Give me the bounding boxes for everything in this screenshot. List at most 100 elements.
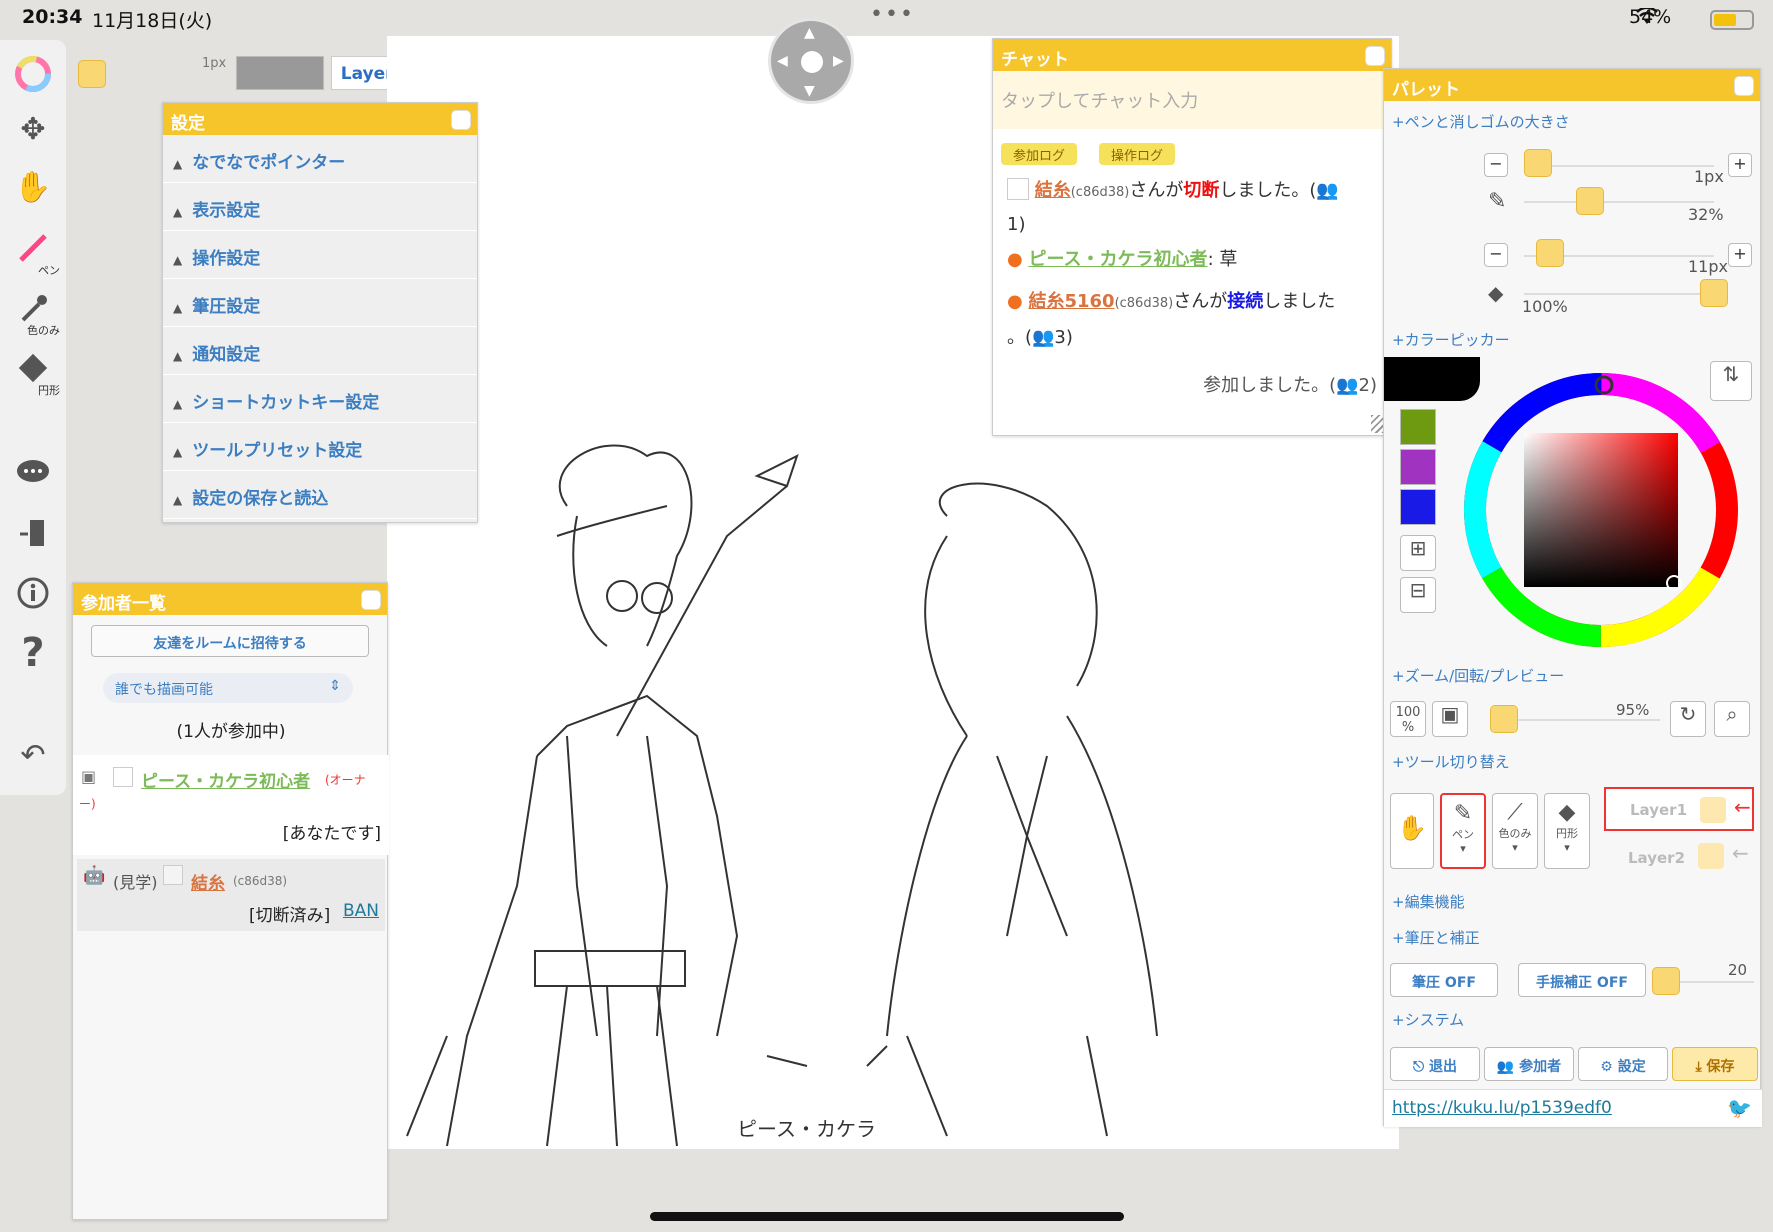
swatch-purple[interactable]	[1400, 449, 1436, 485]
home-indicator[interactable]	[650, 1212, 1124, 1221]
move-icon[interactable]: ✥	[0, 112, 66, 147]
edit-section[interactable]: +編集機能	[1392, 891, 1465, 912]
chat-input[interactable]: タップしてチャット入力	[993, 71, 1391, 129]
palette-title: パレット	[1392, 80, 1460, 100]
chat-message-2: ● ピース・カケラ初心者: 草	[1007, 249, 1238, 270]
download-icon: ⤓	[1695, 1059, 1707, 1075]
operation-log-tab[interactable]: 操作ログ	[1099, 143, 1176, 165]
layer2-row[interactable]: Layer2 ←	[1604, 837, 1754, 877]
add-swatch-icon[interactable]: ⊞	[1400, 535, 1436, 571]
settings-item-shortcut[interactable]: ▲ ショートカットキー設定	[163, 375, 477, 423]
participant-count: (1人が参加中)	[176, 722, 286, 742]
disconnected-label: [切断済み]	[249, 906, 331, 926]
pen-size-section[interactable]: +ペンと消しゴムの大きさ	[1392, 111, 1570, 132]
system-section[interactable]: +システム	[1392, 1009, 1464, 1030]
zoom-100-button[interactable]: 100 %	[1390, 701, 1426, 737]
invite-friends-button[interactable]: 友達をルームに招待する	[91, 625, 369, 657]
save-button[interactable]: ⤓ 保存	[1672, 1047, 1758, 1081]
settings-item-pointer[interactable]: ▲ なでなでポインター	[163, 135, 477, 183]
draw-permission-select[interactable]: 誰でも描画可能 ⇕	[103, 673, 353, 703]
settings-item-save-load[interactable]: ▲ 設定の保存と読込	[163, 471, 477, 519]
participant-row-1: ▣ ピース・カケラ初心者 (オーナ ー) [あなたです]	[73, 755, 389, 855]
colorpicker-section[interactable]: +カラーピッカー	[1392, 329, 1510, 350]
eraser-opacity-slider[interactable]	[1700, 279, 1728, 307]
eraser-tool-button[interactable]: ◆ 円形 ▾	[1544, 793, 1590, 869]
members-button[interactable]: 👥 参加者	[1484, 1047, 1574, 1081]
chat-user-link[interactable]: 結糸	[1035, 180, 1071, 201]
settings-item-operation[interactable]: ▲ 操作設定	[163, 231, 477, 279]
color-wheel-icon[interactable]	[0, 56, 66, 100]
participant-2-checkbox[interactable]	[163, 865, 183, 885]
fit-screen-icon[interactable]: ▣	[1432, 701, 1468, 737]
eraser-minus-button[interactable]: −	[1484, 243, 1508, 267]
participants-close-checkbox[interactable]	[361, 590, 381, 610]
participant-1-name[interactable]: ピース・カケラ初心者	[141, 767, 310, 792]
color-wheel[interactable]	[1456, 365, 1746, 655]
pressure-off-button[interactable]: 筆圧 OFF	[1390, 963, 1498, 997]
palette-close-checkbox[interactable]	[1734, 76, 1754, 96]
pen-tool[interactable]: ペン	[0, 230, 66, 277]
rotate-icon[interactable]: ↻	[1670, 701, 1706, 737]
settings-close-checkbox[interactable]	[451, 110, 471, 130]
eyedropper-tool[interactable]: 色のみ	[0, 290, 66, 337]
help-icon[interactable]: ?	[0, 630, 66, 676]
zoom-section[interactable]: +ズーム/回転/プレビュー	[1392, 665, 1564, 686]
swatch-blue[interactable]	[1400, 489, 1436, 525]
palette-panel: パレット +ペンと消しゴムの大きさ − + 1px ✎ 32% − + 11px…	[1383, 68, 1762, 1127]
settings-item-preset[interactable]: ▲ ツールプリセット設定	[163, 423, 477, 471]
multitask-dots[interactable]: •••	[870, 2, 915, 27]
chat-message-4: 参加しました。(👥2)	[1203, 375, 1377, 396]
eraser-opacity-value: 100%	[1522, 297, 1568, 316]
you-label: [あなたです]	[282, 824, 381, 844]
layer2-visibility[interactable]	[1698, 843, 1724, 869]
settings-item-display[interactable]: ▲ 表示設定	[163, 183, 477, 231]
eraser-plus-button[interactable]: +	[1728, 243, 1752, 267]
undo-icon[interactable]: ↶	[0, 738, 66, 773]
magnifier-icon[interactable]: ⌕	[1714, 701, 1750, 737]
clock: 20:34	[22, 6, 83, 28]
layer1-row[interactable]: Layer1 ←	[1604, 787, 1754, 831]
stabilizer-off-button[interactable]: 手振補正 OFF	[1518, 963, 1646, 997]
eraser-tool[interactable]: 円形	[0, 350, 66, 397]
settings-item-notification[interactable]: ▲ 通知設定	[163, 327, 477, 375]
ban-link[interactable]: BAN	[343, 901, 379, 921]
eyedropper-tool-button[interactable]: ⟋ 色のみ ▾	[1492, 793, 1538, 869]
pen-size-slider[interactable]	[1524, 149, 1552, 177]
hand-tool-button[interactable]: ✋	[1390, 793, 1434, 869]
plus-button[interactable]: +	[1728, 153, 1752, 177]
minus-button[interactable]: −	[1484, 153, 1508, 177]
pen-label: ペン	[38, 264, 60, 277]
chat-close-checkbox[interactable]	[1365, 46, 1385, 66]
eyedropper-icon: ⟋	[1507, 800, 1523, 825]
pen-size-value: 1px	[1694, 167, 1724, 186]
join-log-tab[interactable]: 参加ログ	[1001, 143, 1078, 165]
pressure-section[interactable]: +筆圧と補正	[1392, 927, 1480, 948]
eraser-size-slider[interactable]	[1536, 239, 1564, 267]
twitter-bird-icon[interactable]: 🐦	[1727, 1096, 1752, 1120]
chat-panel: チャット タップしてチャット入力 参加ログ 操作ログ 結糸(c86d38)さんが…	[992, 38, 1392, 436]
swatch-green[interactable]	[1400, 409, 1436, 445]
chat-bubble-icon[interactable]	[0, 458, 66, 496]
participant-2-name[interactable]: 結糸	[191, 869, 225, 894]
stabilizer-slider[interactable]	[1652, 967, 1680, 995]
brush-size-knob[interactable]	[78, 60, 106, 88]
tool-switch-section[interactable]: +ツール切り替え	[1392, 751, 1510, 772]
zoom-slider[interactable]	[1490, 705, 1518, 733]
layer1-visibility[interactable]	[1700, 797, 1726, 823]
room-url-link[interactable]: https://kuku.lu/p1539edf0	[1392, 1098, 1612, 1118]
settings-item-pressure[interactable]: ▲ 筆圧設定	[163, 279, 477, 327]
hand-icon[interactable]: ✋	[0, 170, 66, 205]
share-row: https://kuku.lu/p1539edf0 🐦	[1384, 1089, 1762, 1127]
message-checkbox[interactable]	[1007, 178, 1029, 200]
settings-button[interactable]: ⚙ 設定	[1578, 1047, 1668, 1081]
pan-joystick[interactable]: ▲ ▼ ◀ ▶	[768, 18, 854, 104]
swap-swatch-icon[interactable]: ⊟	[1400, 577, 1436, 613]
settings-header: 設定	[163, 103, 477, 135]
exit-button[interactable]: ⎋ 退出	[1390, 1047, 1480, 1081]
watch-label: (見学)	[113, 873, 158, 892]
pen-tool-button[interactable]: ✎ ペン ▾	[1440, 793, 1486, 869]
pen-opacity-slider[interactable]	[1576, 187, 1604, 215]
exit-door-icon[interactable]	[0, 516, 66, 558]
participant-1-checkbox[interactable]	[113, 767, 133, 787]
info-icon[interactable]	[0, 576, 66, 618]
